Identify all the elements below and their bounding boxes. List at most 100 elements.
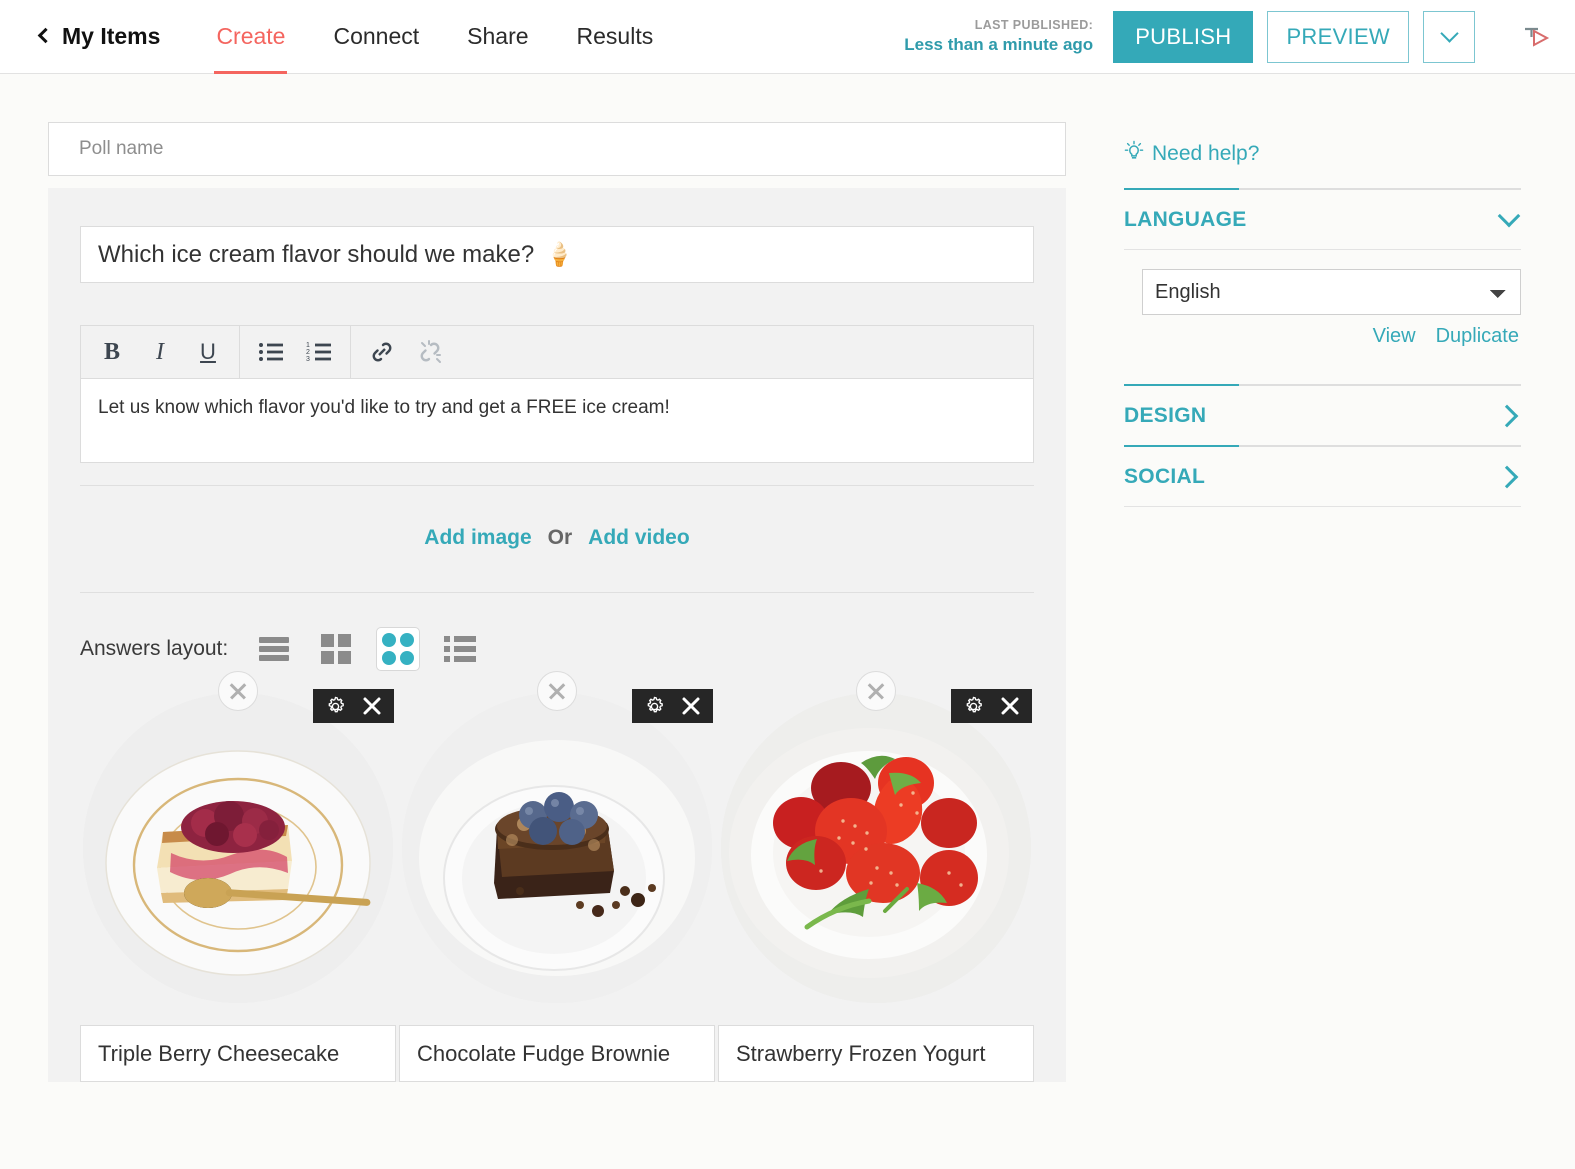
answer-card: Triple Berry Cheesecake	[80, 671, 396, 1082]
add-video-link[interactable]: Add video	[588, 526, 690, 550]
duplicate-language-link[interactable]: Duplicate	[1436, 325, 1519, 348]
bold-button[interactable]: B	[95, 335, 129, 369]
underline-button[interactable]: U	[191, 335, 225, 369]
last-published-label: LAST PUBLISHED:	[974, 18, 1094, 32]
layout-option-rows[interactable]	[252, 627, 296, 671]
svg-text:1: 1	[306, 342, 310, 349]
social-section: SOCIAL	[1110, 445, 1535, 507]
answer-image-cheesecake	[83, 693, 393, 1003]
remove-answer-icon[interactable]	[856, 671, 896, 711]
layout-option-circles[interactable]	[376, 627, 421, 671]
page-body: Poll name Which ice cream flavor should …	[0, 74, 1575, 1082]
right-sidebar: Need help? LANGUAGE English View Duplica…	[1110, 122, 1535, 1082]
design-section-header[interactable]: DESIGN	[1110, 386, 1535, 445]
answers-list: Triple Berry Cheesecake Chocolate Fudge …	[80, 671, 1034, 1082]
rte-group-format: B I U	[81, 326, 240, 378]
layout-option-list[interactable]	[438, 627, 482, 671]
remove-answer-icon[interactable]	[537, 671, 577, 711]
circles-layout-icon	[382, 633, 415, 665]
poll-name-placeholder: Poll name	[79, 138, 164, 159]
social-section-rule	[1124, 445, 1521, 447]
language-title: LANGUAGE	[1124, 208, 1247, 231]
cursor-pointer-icon	[1519, 20, 1553, 54]
tab-connect-label: Connect	[333, 23, 420, 49]
language-section-rule	[1124, 188, 1521, 190]
answer-media[interactable]	[83, 671, 394, 1003]
publish-button[interactable]: PUBLISH	[1113, 10, 1254, 63]
design-section-rule	[1124, 384, 1521, 386]
gear-icon[interactable]	[644, 696, 665, 717]
preview-options-dropdown[interactable]	[1423, 10, 1475, 63]
answer-toolbar	[313, 689, 394, 723]
social-divider	[1124, 506, 1521, 507]
link-icon[interactable]	[365, 335, 399, 369]
tab-connect[interactable]: Connect	[309, 0, 443, 74]
back-to-my-items[interactable]: My Items	[37, 23, 160, 50]
grid-layout-icon	[321, 634, 352, 664]
language-select[interactable]: English	[1142, 269, 1521, 315]
description-textarea[interactable]: Let us know which flavor you'd like to t…	[80, 378, 1034, 463]
social-title: SOCIAL	[1124, 465, 1206, 488]
close-icon[interactable]	[1000, 696, 1020, 716]
svg-text:2: 2	[306, 349, 310, 356]
close-icon[interactable]	[362, 696, 382, 716]
last-published-value: Less than a minute ago	[904, 35, 1094, 54]
list-layout-icon	[444, 636, 477, 662]
preview-button[interactable]: PREVIEW	[1267, 10, 1409, 63]
tab-create-label: Create	[216, 23, 286, 49]
media-or-label: Or	[547, 526, 573, 549]
answer-image-brownie	[402, 693, 712, 1003]
add-image-link[interactable]: Add image	[424, 526, 531, 550]
numbered-list-icon[interactable]: 1 2 3	[302, 335, 336, 369]
view-language-link[interactable]: View	[1373, 325, 1416, 348]
top-bar: My Items Create Connect Share Results LA…	[0, 0, 1575, 74]
tab-results-label: Results	[576, 23, 654, 49]
language-section-header[interactable]: LANGUAGE	[1110, 190, 1535, 249]
svg-text:3: 3	[306, 356, 310, 363]
last-published-block: LAST PUBLISHED: Less than a minute ago	[904, 18, 1093, 55]
design-title: DESIGN	[1124, 404, 1207, 427]
answer-label-input[interactable]: Chocolate Fudge Brownie	[399, 1025, 715, 1082]
rich-text-toolbar: B I U 1 2 3	[80, 325, 1034, 378]
answers-layout-row: Answers layout:	[80, 593, 1034, 671]
answer-label-input[interactable]: Strawberry Frozen Yogurt	[718, 1025, 1034, 1082]
gear-icon[interactable]	[325, 696, 346, 717]
media-actions: Add image Or Add video	[80, 486, 1034, 592]
tab-share[interactable]: Share	[443, 0, 552, 74]
answer-toolbar	[951, 689, 1032, 723]
chevron-down-icon	[1497, 204, 1521, 228]
close-icon[interactable]	[681, 696, 701, 716]
answer-media[interactable]	[402, 671, 713, 1003]
answer-card: Chocolate Fudge Brownie	[399, 671, 715, 1082]
question-input[interactable]: Which ice cream flavor should we make? 🍦	[80, 226, 1034, 283]
layout-option-grid[interactable]	[314, 627, 358, 671]
chevron-right-icon	[1495, 404, 1519, 428]
question-text: Which ice cream flavor should we make?	[98, 240, 535, 268]
bullet-list-icon[interactable]	[254, 335, 288, 369]
poll-name-input[interactable]: Poll name	[48, 122, 1066, 176]
answer-media[interactable]	[721, 671, 1032, 1003]
chevron-left-icon	[37, 27, 54, 44]
rich-text-editor: B I U 1 2 3 Let us know which flavor you…	[80, 325, 1034, 463]
language-section: LANGUAGE English View Duplicate	[1110, 188, 1535, 348]
tab-results[interactable]: Results	[553, 0, 678, 74]
answer-label-input[interactable]: Triple Berry Cheesecake	[80, 1025, 396, 1082]
gear-icon[interactable]	[963, 696, 984, 717]
chevron-down-icon	[1439, 24, 1459, 43]
unlink-icon[interactable]	[413, 335, 447, 369]
chevron-right-icon	[1495, 465, 1519, 489]
remove-answer-icon[interactable]	[218, 671, 258, 711]
main-nav: Create Connect Share Results	[192, 0, 677, 74]
answer-toolbar	[632, 689, 713, 723]
rte-group-links	[351, 326, 461, 378]
description-text: Let us know which flavor you'd like to t…	[98, 397, 670, 418]
rows-layout-icon	[259, 637, 290, 643]
social-section-header[interactable]: SOCIAL	[1110, 447, 1535, 506]
language-body: English View Duplicate	[1110, 250, 1535, 348]
main-column: Poll name Which ice cream flavor should …	[48, 122, 1066, 1082]
tab-create[interactable]: Create	[192, 0, 309, 74]
need-help-link[interactable]: Need help?	[1110, 140, 1535, 168]
italic-button[interactable]: I	[143, 335, 177, 369]
design-section: DESIGN	[1110, 384, 1535, 445]
